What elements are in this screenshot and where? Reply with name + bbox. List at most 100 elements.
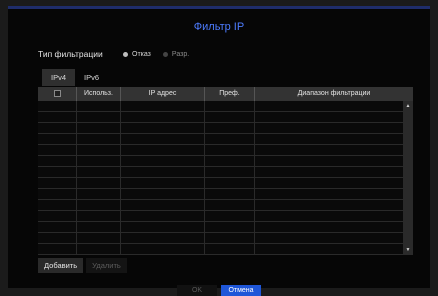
table-cell xyxy=(38,134,77,144)
table-cell xyxy=(121,233,205,243)
table-row[interactable] xyxy=(38,101,403,112)
table-row[interactable] xyxy=(38,112,403,123)
table-cell xyxy=(38,178,77,188)
table-cell xyxy=(77,167,121,177)
table-cell xyxy=(38,233,77,243)
table-cell xyxy=(205,112,255,122)
table-cell xyxy=(205,211,255,221)
table-header: Использ. IP адрес Преф. Диапазон фильтра… xyxy=(38,87,413,101)
table-cell xyxy=(205,134,255,144)
ok-button[interactable]: OK xyxy=(177,285,217,296)
table-cell xyxy=(255,211,403,221)
table-cell xyxy=(38,244,77,254)
table-cell xyxy=(205,222,255,232)
table-row[interactable] xyxy=(38,134,403,145)
table-row[interactable] xyxy=(38,145,403,156)
table-cell xyxy=(38,112,77,122)
dialog-footer: OK Отмена xyxy=(8,285,430,296)
table-cell xyxy=(205,156,255,166)
add-button[interactable]: Добавить xyxy=(38,258,84,273)
table-cell xyxy=(121,189,205,199)
table-cell xyxy=(121,200,205,210)
column-use: Использ. xyxy=(77,87,121,101)
table-cell xyxy=(77,156,121,166)
ip-filter-dialog: Фильтр IP Тип фильтрации Отказ Разр. IPv… xyxy=(8,6,430,296)
tab-ipv6[interactable]: IPv6 xyxy=(75,69,108,86)
select-all-column[interactable] xyxy=(38,87,77,101)
radio-deny-label: Отказ xyxy=(132,50,151,58)
table-cell xyxy=(77,178,121,188)
table-cell xyxy=(255,156,403,166)
radio-deny[interactable]: Отказ xyxy=(123,51,151,58)
table-row[interactable] xyxy=(38,233,403,244)
table-cell xyxy=(77,189,121,199)
table-cell xyxy=(38,145,77,155)
table-cell xyxy=(77,123,121,133)
table-cell xyxy=(205,178,255,188)
table-cell xyxy=(38,167,77,177)
table-row[interactable] xyxy=(38,189,403,200)
table-cell xyxy=(77,101,121,111)
table-cell xyxy=(38,222,77,232)
table-cell xyxy=(255,200,403,210)
table-cell xyxy=(77,200,121,210)
radio-dot-icon xyxy=(162,51,168,57)
table-cell xyxy=(121,101,205,111)
table-cell xyxy=(77,134,121,144)
radio-allow-label: Разр. xyxy=(171,50,190,58)
table-cell xyxy=(121,167,205,177)
radio-allow[interactable]: Разр. xyxy=(162,50,190,58)
table-cell xyxy=(121,156,205,166)
ip-version-tabs: IPv4 IPv6 xyxy=(42,69,108,86)
ip-filter-table: Использ. IP адрес Преф. Диапазон фильтра… xyxy=(38,87,413,255)
table-row[interactable] xyxy=(38,244,403,255)
table-cell xyxy=(255,145,403,155)
table-cell xyxy=(121,112,205,122)
table-cell xyxy=(77,145,121,155)
table-row[interactable] xyxy=(38,222,403,233)
table-cell xyxy=(255,178,403,188)
table-cell xyxy=(38,156,77,166)
table-cell xyxy=(205,123,255,133)
cancel-button[interactable]: Отмена xyxy=(221,285,261,296)
table-cell xyxy=(255,167,403,177)
tab-ipv4[interactable]: IPv4 xyxy=(42,69,76,86)
table-cell xyxy=(121,178,205,188)
table-row[interactable] xyxy=(38,178,403,189)
table-actions: Добавить Удалить xyxy=(38,258,130,273)
table-cell xyxy=(38,200,77,210)
table-cell xyxy=(121,123,205,133)
table-row[interactable] xyxy=(38,167,403,178)
table-cell xyxy=(205,244,255,254)
radio-dot-icon xyxy=(123,51,128,57)
table-cell xyxy=(255,123,403,133)
select-all-checkbox-icon[interactable] xyxy=(53,89,61,97)
table-body xyxy=(38,101,403,255)
table-cell xyxy=(205,145,255,155)
dialog-title: Фильтр IP xyxy=(193,21,245,33)
table-cell xyxy=(121,145,205,155)
delete-button[interactable]: Удалить xyxy=(86,258,127,273)
table-scrollbar[interactable]: ▲ ▼ xyxy=(403,101,413,255)
table-cell xyxy=(77,244,121,254)
scroll-down-icon[interactable]: ▼ xyxy=(403,247,413,253)
table-cell xyxy=(205,200,255,210)
scroll-up-icon[interactable]: ▲ xyxy=(403,103,413,109)
table-row[interactable] xyxy=(38,123,403,134)
filter-type-row: Тип фильтрации Отказ Разр. xyxy=(38,47,201,61)
table-cell xyxy=(38,101,77,111)
table-cell xyxy=(38,211,77,221)
table-row[interactable] xyxy=(38,200,403,211)
table-cell xyxy=(205,167,255,177)
table-row[interactable] xyxy=(38,211,403,222)
table-cell xyxy=(205,101,255,111)
table-cell xyxy=(77,222,121,232)
table-cell xyxy=(205,189,255,199)
table-cell xyxy=(255,101,403,111)
table-row[interactable] xyxy=(38,156,403,167)
table-cell xyxy=(255,233,403,243)
table-cell xyxy=(77,211,121,221)
filter-type-label: Тип фильтрации xyxy=(38,49,103,59)
table-cell xyxy=(255,112,403,122)
table-cell xyxy=(77,233,121,243)
